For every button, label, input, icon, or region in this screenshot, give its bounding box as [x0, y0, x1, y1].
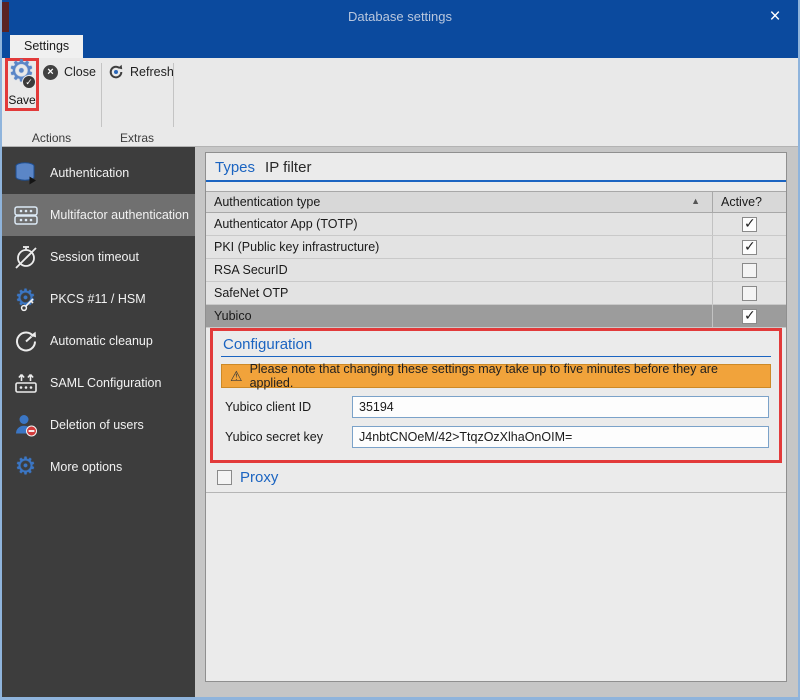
sidebar-item-saml-configuration[interactable]: SAML Configuration — [2, 362, 195, 404]
sidebar-item-automatic-cleanup[interactable]: Automatic cleanup — [2, 320, 195, 362]
sidebar-item-label: PKCS #11 / HSM — [50, 292, 146, 306]
ribbon-group-extras: Extras — [101, 131, 173, 145]
gear-key-icon: ⚙ — [12, 286, 39, 312]
sidebar-item-authentication[interactable]: Authentication — [2, 152, 195, 194]
keypad-card-icon — [12, 202, 39, 228]
proxy-section: Proxy — [206, 463, 786, 492]
close-button[interactable]: × Close — [43, 63, 96, 81]
active-cell — [712, 305, 786, 327]
sidebar-item-label: Deletion of users — [50, 418, 144, 432]
sidebar-item-label: Automatic cleanup — [50, 334, 153, 348]
authentication-type-table: Authentication type ▲ Active? Authentica… — [206, 191, 786, 328]
active-checkbox[interactable] — [742, 263, 757, 278]
configuration-highlight-annotation: Configuration ⚠ Please note that changin… — [210, 328, 782, 463]
gear-icon: ⚙ — [12, 454, 39, 480]
auth-type-cell: Yubico — [206, 309, 712, 323]
settings-panel: Types IP filter Authentication type ▲ Act… — [205, 152, 787, 682]
active-checkbox[interactable] — [742, 286, 757, 301]
proxy-label[interactable]: Proxy — [240, 469, 278, 486]
refresh-icon — [108, 64, 124, 80]
configuration-heading: Configuration — [221, 336, 771, 353]
proxy-checkbox[interactable] — [217, 470, 232, 485]
sidebar-item-label: More options — [50, 460, 122, 474]
active-cell — [712, 213, 786, 235]
panel-tabs: Types IP filter — [206, 153, 786, 177]
saml-card-icon — [12, 370, 39, 396]
save-button[interactable]: ⚙ ✓ Save — [8, 61, 36, 108]
close-circle-icon: × — [43, 65, 58, 80]
save-highlight-annotation: ⚙ ✓ Save — [5, 58, 39, 111]
cleanup-dial-icon — [12, 328, 39, 354]
save-button-label: Save — [8, 93, 36, 107]
sidebar-item-label: Authentication — [50, 166, 129, 180]
close-button-label: Close — [64, 65, 96, 79]
column-header-active[interactable]: Active? — [712, 192, 786, 212]
warning-banner: ⚠ Please note that changing these settin… — [221, 364, 771, 388]
active-checkbox[interactable] — [742, 309, 757, 324]
yubico-secret-key-field-row: Yubico secret key — [221, 426, 771, 448]
sidebar-item-more-options[interactable]: ⚙ More options — [2, 446, 195, 488]
auth-type-cell: PKI (Public key infrastructure) — [206, 240, 712, 254]
yubico-client-id-field-row: Yubico client ID — [221, 396, 771, 418]
active-cell — [712, 259, 786, 281]
active-checkbox[interactable] — [742, 240, 757, 255]
configuration-underline — [221, 356, 771, 357]
database-settings-window: Database settings × Settings ⚙ ✓ Save × … — [0, 0, 800, 700]
table-row-yubico[interactable]: Yubico — [206, 305, 786, 328]
column-header-authentication-type[interactable]: Authentication type — [206, 195, 712, 209]
user-remove-icon — [12, 412, 39, 438]
table-row-authenticator-app-totp[interactable]: Authenticator App (TOTP) — [206, 213, 786, 236]
warning-icon: ⚠ — [230, 369, 243, 383]
sidebar: Authentication Multifactor authenticatio… — [2, 147, 195, 697]
ribbon-toolbar: ⚙ ✓ Save × Close Refresh Actions Extras — [2, 58, 798, 147]
sidebar-item-label: SAML Configuration — [50, 376, 161, 390]
proxy-divider — [206, 492, 786, 493]
table-row-rsa-securid[interactable]: RSA SecurID — [206, 259, 786, 282]
active-cell — [712, 282, 786, 304]
auth-type-cell: Authenticator App (TOTP) — [206, 217, 712, 231]
window-title: Database settings — [2, 9, 798, 24]
timer-slash-icon — [12, 244, 39, 270]
table-header: Authentication type ▲ Active? — [206, 191, 786, 213]
yubico-secret-key-label: Yubico secret key — [221, 430, 352, 444]
table-row-safenet-otp[interactable]: SafeNet OTP — [206, 282, 786, 305]
save-check-icon: ✓ — [22, 75, 36, 89]
auth-type-cell: RSA SecurID — [206, 263, 712, 277]
sidebar-item-pkcs-hsm[interactable]: ⚙ PKCS #11 / HSM — [2, 278, 195, 320]
tab-underline — [206, 180, 786, 182]
ribbon-group-divider — [101, 63, 102, 127]
titlebar: Database settings × — [2, 0, 798, 35]
warning-text: Please note that changing these settings… — [250, 362, 762, 390]
tab-types[interactable]: Types — [215, 159, 255, 176]
refresh-button[interactable]: Refresh — [108, 63, 174, 81]
ribbon-group-actions: Actions — [2, 131, 101, 145]
active-cell — [712, 236, 786, 258]
table-row-pki[interactable]: PKI (Public key infrastructure) — [206, 236, 786, 259]
active-checkbox[interactable] — [742, 217, 757, 232]
ribbon-group-divider — [173, 63, 174, 127]
configuration-section: Configuration ⚠ Please note that changin… — [213, 331, 779, 460]
sidebar-item-label: Multifactor authentication — [50, 208, 189, 222]
window-close-button[interactable]: × — [762, 4, 788, 30]
auth-type-cell: SafeNet OTP — [206, 286, 712, 300]
yubico-client-id-input[interactable] — [352, 396, 769, 418]
refresh-button-label: Refresh — [130, 65, 174, 79]
content-area: Authentication Multifactor authenticatio… — [2, 147, 798, 697]
ribbon-tabstrip: Settings — [2, 35, 798, 58]
sidebar-item-multifactor-authentication[interactable]: Multifactor authentication — [2, 194, 195, 236]
sort-ascending-icon: ▲ — [691, 196, 700, 206]
sidebar-item-label: Session timeout — [50, 250, 139, 264]
sidebar-item-deletion-of-users[interactable]: Deletion of users — [2, 404, 195, 446]
yubico-client-id-label: Yubico client ID — [221, 400, 352, 414]
tab-ip-filter[interactable]: IP filter — [265, 159, 311, 176]
yubico-secret-key-input[interactable] — [352, 426, 769, 448]
sidebar-item-session-timeout[interactable]: Session timeout — [2, 236, 195, 278]
database-auth-icon — [12, 160, 39, 186]
